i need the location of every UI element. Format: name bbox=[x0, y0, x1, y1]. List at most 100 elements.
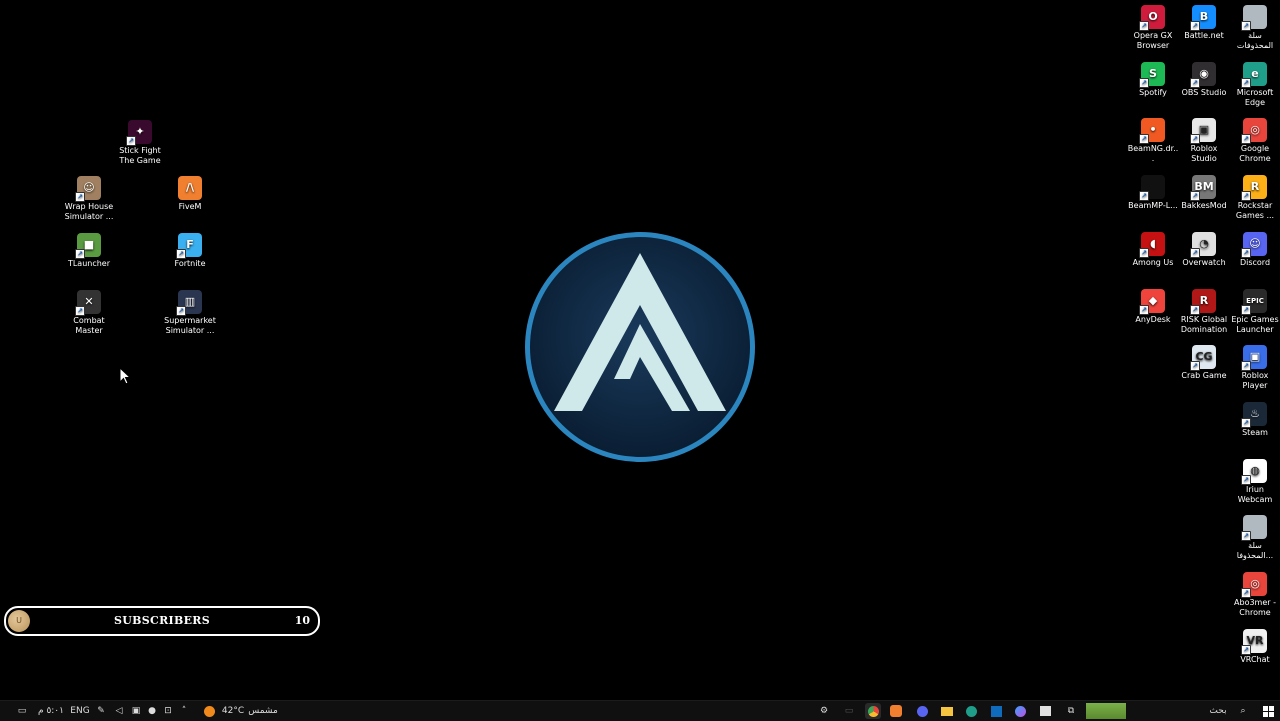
spotify-icon: S ↗ bbox=[1139, 61, 1165, 88]
desktop-icon-label: Roblox Studio bbox=[1190, 144, 1218, 164]
desktop-icon-obs[interactable]: ◉ ↗ OBS Studio bbox=[1178, 61, 1230, 98]
microphone-icon[interactable]: ● bbox=[147, 704, 157, 718]
chrome-app-icon[interactable] bbox=[865, 703, 881, 719]
store-app-icon[interactable] bbox=[1037, 703, 1053, 719]
fivem-app-icon[interactable] bbox=[890, 705, 902, 717]
desktop-icon-label: Opera GX Browser bbox=[1133, 31, 1173, 50]
network-icon[interactable]: ▣ bbox=[130, 704, 142, 718]
desktop-icon-label: BakkesMod bbox=[1181, 201, 1227, 211]
desktop-icon-fortnite[interactable]: F ↗ Fortnite bbox=[164, 233, 216, 269]
tlauncher-icon: ■ ↗ bbox=[75, 233, 101, 259]
desktop-icon-label: Epic Games Launcher bbox=[1231, 314, 1279, 334]
desktop-icon-label: AnyDesk bbox=[1135, 314, 1171, 324]
copilot-app-icon[interactable] bbox=[1012, 703, 1028, 719]
fortnite-icon: F ↗ bbox=[176, 233, 202, 259]
chrome-icon: ◎ ↗ bbox=[1241, 118, 1267, 145]
file-explorer-app-icon[interactable] bbox=[939, 703, 955, 719]
desktop-icon-label: Among Us bbox=[1132, 257, 1174, 267]
desktop-icon-wrap-house[interactable]: ☺ ↗ Wrap House Simulator ... bbox=[63, 176, 115, 222]
clock[interactable]: ٥:٠١ م bbox=[38, 704, 64, 718]
desktop-icon-label: OBS Studio bbox=[1181, 87, 1227, 97]
desktop-icon-label: Overwatch bbox=[1182, 257, 1226, 267]
desktop-icon-label: Iriun Webcam bbox=[1237, 484, 1273, 504]
crab-game-icon: CG ↗ bbox=[1190, 345, 1216, 372]
search-label[interactable]: بحث bbox=[1205, 704, 1231, 718]
desktop-icon-anydesk[interactable]: ◆ ↗ AnyDesk bbox=[1127, 288, 1179, 325]
desktop-icon-combat-master[interactable]: ✕ ↗ Combat Master bbox=[63, 290, 115, 336]
desktop-icon-edge[interactable]: e ↗ Microsoft Edge bbox=[1229, 61, 1280, 108]
obs-icon: ◉ ↗ bbox=[1190, 61, 1216, 88]
vrchat-icon: VR ↗ bbox=[1241, 628, 1267, 655]
desktop-icon-beamng[interactable]: • ↗ BeamNG.dr... bbox=[1127, 118, 1179, 164]
subscribers-widget: U SUBSCRIBERS 10 bbox=[4, 606, 320, 636]
desktop-icon-chrome[interactable]: ◎ ↗ Google Chrome bbox=[1229, 118, 1280, 164]
desktop-icon-recycle-bin-2[interactable]: ↗ سلة المحذوفا... bbox=[1229, 515, 1280, 561]
desktop-icon-rockstar[interactable]: R ↗ Rockstar Games ... bbox=[1229, 175, 1280, 221]
show-hidden-icons-icon[interactable]: ˄ bbox=[178, 704, 190, 718]
desktop-icon-steam[interactable]: ♨ ↗ Steam bbox=[1229, 401, 1280, 438]
combat-master-icon: ✕ ↗ bbox=[75, 290, 101, 316]
beamng-icon: • ↗ bbox=[1139, 118, 1165, 145]
desktop-icon-discord[interactable]: ☺ ↗ Discord bbox=[1229, 231, 1280, 268]
desktop-icon-roblox-studio[interactable]: ▣ ↗ Roblox Studio bbox=[1178, 118, 1230, 164]
language-indicator[interactable]: ENG bbox=[70, 704, 90, 718]
weather-icon[interactable] bbox=[202, 704, 216, 718]
desktop-icon-beammp[interactable]: ↗ BeamMP-L... bbox=[1127, 175, 1179, 211]
settings-app-icon[interactable]: ⚙ bbox=[816, 703, 832, 719]
desktop-icon-label: Battle.net bbox=[1184, 31, 1224, 40]
stick-fight-icon: ✦ ↗ bbox=[126, 120, 152, 146]
anydesk-icon: ◆ ↗ bbox=[1139, 288, 1165, 315]
desktop-icon-spotify[interactable]: S ↗ Spotify bbox=[1127, 61, 1179, 98]
desktop-icon-epic-games[interactable]: EPIC ↗ Epic Games Launcher bbox=[1229, 288, 1280, 335]
weather-temperature[interactable]: 42°C bbox=[220, 704, 246, 718]
desktop-icon-among-us[interactable]: ◖ ↗ Among Us bbox=[1127, 231, 1179, 268]
desktop-icon-battlenet[interactable]: B ↗ Battle.net bbox=[1178, 5, 1230, 41]
edge-app-icon[interactable] bbox=[963, 703, 979, 719]
desktop-icon-crab-game[interactable]: CG ↗ Crab Game bbox=[1178, 345, 1230, 381]
start-button[interactable] bbox=[1260, 704, 1276, 718]
desktop-icon-label: Steam bbox=[1242, 427, 1268, 437]
task-view-icon[interactable]: ⧉ bbox=[1063, 703, 1079, 719]
desktop-icon-label: Microsoft Edge bbox=[1236, 87, 1274, 107]
desktop-icon-label: Crab Game bbox=[1181, 371, 1227, 381]
meet-now-icon[interactable]: ⊡ bbox=[162, 704, 174, 718]
desktop-icon-label: Spotify bbox=[1139, 87, 1167, 97]
desktop-icon-recycle-bin[interactable]: ↗ سلة المحذوفات bbox=[1229, 5, 1280, 51]
steam-icon: ♨ ↗ bbox=[1241, 401, 1267, 428]
desktop-icon-bakkesmod[interactable]: BM ↗ BakkesMod bbox=[1178, 175, 1230, 211]
desktop-icon-vrchat[interactable]: VR ↗ VRChat bbox=[1229, 628, 1280, 665]
volume-icon[interactable]: ◁ bbox=[113, 704, 125, 718]
roblox-player-icon: ▣ ↗ bbox=[1241, 345, 1267, 372]
overwatch-icon: ◔ ↗ bbox=[1190, 231, 1216, 258]
terminal-app-icon[interactable]: ▭ bbox=[841, 703, 857, 719]
desktop-icon-stick-fight[interactable]: ✦ ↗ Stick Fight The Game bbox=[114, 120, 166, 166]
desktop-icon-label: VRChat bbox=[1240, 654, 1270, 664]
outlook-app-icon[interactable] bbox=[988, 703, 1004, 719]
desktop-icon-overwatch[interactable]: ◔ ↗ Overwatch bbox=[1178, 231, 1230, 268]
desktop-icon-opera-gx[interactable]: O ↗ Opera GX Browser bbox=[1127, 5, 1179, 51]
weather-condition[interactable]: مشمس bbox=[246, 704, 280, 718]
desktop-icon-label: Discord bbox=[1239, 257, 1271, 267]
desktop-icon-label: BeamMP-L... bbox=[1128, 201, 1178, 211]
edge-icon: e ↗ bbox=[1241, 61, 1267, 88]
desktop-icon-chrome-profile[interactable]: ◎ ↗ Abo3mer - Chrome bbox=[1229, 572, 1280, 618]
desktop-icon-roblox-player[interactable]: ▣ ↗ Roblox Player bbox=[1229, 345, 1280, 391]
search-icon[interactable]: ⌕ bbox=[1236, 704, 1250, 718]
opera-gx-icon: O ↗ bbox=[1139, 5, 1165, 31]
desktop-icon-iriun[interactable]: ◍ ↗ Iriun Webcam bbox=[1229, 458, 1280, 505]
desktop-icon-label: BeamNG.dr... bbox=[1127, 144, 1179, 164]
desktop-icon-label: RISK Global Domination bbox=[1180, 314, 1228, 334]
desktop-icon-fivem[interactable]: /\ FiveM bbox=[164, 176, 216, 212]
desktop-icon-supermarket[interactable]: ▥ ↗ Supermarket Simulator ... bbox=[164, 290, 216, 336]
fivem-icon: /\ bbox=[178, 176, 202, 200]
desktop-icon-label: Abo3mer - Chrome bbox=[1234, 598, 1276, 617]
desktop-icon-risk[interactable]: R ↗ RISK Global Domination bbox=[1178, 288, 1230, 335]
pen-icon[interactable]: ✎ bbox=[95, 704, 107, 718]
discord-app-icon[interactable] bbox=[914, 703, 930, 719]
notification-center-icon[interactable]: ▭ bbox=[14, 704, 30, 718]
recycle-bin-2-icon: ↗ bbox=[1241, 515, 1267, 542]
desktop-icon-tlauncher[interactable]: ■ ↗ TLauncher bbox=[63, 233, 115, 269]
subscribers-label: SUBSCRIBERS bbox=[114, 614, 210, 627]
minecraft-app-icon[interactable] bbox=[1086, 703, 1126, 719]
recycle-bin-icon: ↗ bbox=[1241, 5, 1267, 31]
